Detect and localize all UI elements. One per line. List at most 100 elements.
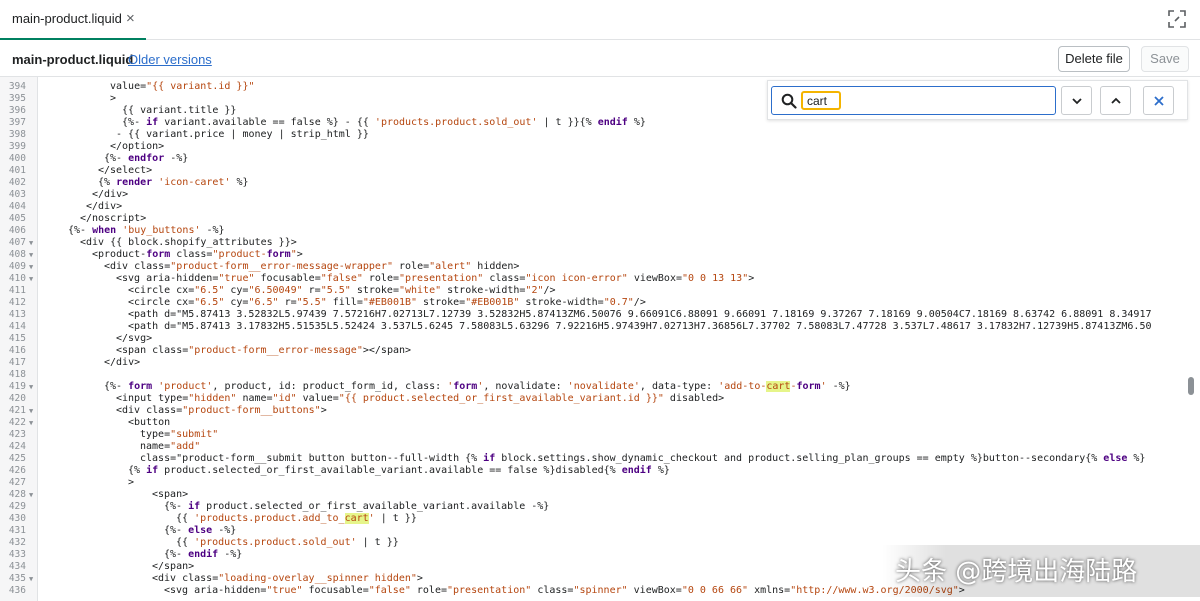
line-number: 416 bbox=[8, 345, 26, 356]
fold-arrow-icon[interactable]: ▼ bbox=[29, 261, 33, 273]
find-input[interactable]: cart bbox=[771, 86, 1056, 115]
fold-arrow-icon[interactable]: ▼ bbox=[29, 273, 33, 285]
next-match-button[interactable] bbox=[1061, 86, 1092, 115]
line-number: 405 bbox=[8, 213, 26, 224]
code-line: 401 </select> bbox=[0, 165, 1200, 177]
code-line: 418 bbox=[0, 369, 1200, 381]
code-text: <path d="M5.87413 3.17832H5.51535L5.5242… bbox=[128, 321, 1152, 332]
fold-arrow-icon[interactable]: ▼ bbox=[29, 405, 33, 417]
line-number: 395 bbox=[8, 93, 26, 104]
line-number: 417 bbox=[8, 357, 26, 368]
scrollbar[interactable] bbox=[1188, 377, 1194, 395]
code-text: <div {{ block.shopify_attributes }}> bbox=[80, 237, 297, 248]
code-line: 429 {%- if product.selected_or_first_avai… bbox=[0, 501, 1200, 513]
older-versions-link[interactable]: Older versions bbox=[128, 52, 212, 67]
code-text: > bbox=[110, 93, 117, 104]
code-line: 403 </div> bbox=[0, 189, 1200, 201]
line-number: 418 bbox=[8, 369, 26, 380]
file-header: main-product.liquid Older versions Delet… bbox=[0, 41, 1200, 77]
line-number: 398 bbox=[8, 129, 26, 140]
previous-match-button[interactable] bbox=[1100, 86, 1131, 115]
code-text: {{ 'products.product.sold_out' | t }} bbox=[176, 537, 399, 548]
code-line: 424 name="add" bbox=[0, 441, 1200, 453]
code-text: </svg> bbox=[116, 333, 153, 344]
code-line: 419 ▼ {%- form 'product', product, id: pro… bbox=[0, 381, 1200, 393]
line-number: 428 bbox=[8, 489, 26, 500]
find-bar: cart bbox=[767, 80, 1188, 120]
file-name: main-product.liquid bbox=[12, 52, 134, 67]
close-icon bbox=[1154, 96, 1164, 106]
code-line: 413 <path d="M5.87413 3.52832L5.97439 7.5… bbox=[0, 309, 1200, 321]
fold-arrow-icon[interactable]: ▼ bbox=[29, 573, 33, 585]
code-line: 421 ▼ <div class="product-form__buttons"> bbox=[0, 405, 1200, 417]
code-text: type="submit" bbox=[140, 429, 219, 440]
line-number: 420 bbox=[8, 393, 26, 404]
code-text: <span class="product-form__error-message… bbox=[116, 345, 412, 356]
code-text: <svg aria-hidden="true" focusable="false… bbox=[164, 585, 965, 596]
code-text: <path d="M5.87413 3.52832L5.97439 7.5721… bbox=[128, 309, 1152, 320]
line-number: 436 bbox=[8, 585, 26, 596]
code-text: {{ 'products.product.add_to_cart' | t }} bbox=[176, 513, 417, 524]
line-number: 427 bbox=[8, 477, 26, 488]
line-number: 424 bbox=[8, 441, 26, 452]
fold-arrow-icon[interactable]: ▼ bbox=[29, 381, 33, 393]
chevron-up-icon bbox=[1111, 97, 1121, 104]
code-text: - {{ variant.price | money | strip_html … bbox=[110, 129, 369, 140]
code-text: {% render 'icon-caret' %} bbox=[98, 177, 249, 188]
code-text: {%- endfor -%} bbox=[104, 153, 189, 164]
code-line: 414 <path d="M5.87413 3.17832H5.51535L5.5… bbox=[0, 321, 1200, 333]
code-text: <circle cx="6.5" cy="6.5" r="5.5" fill="… bbox=[128, 297, 646, 308]
code-text: <product-form class="product-form"> bbox=[92, 249, 303, 260]
code-text: class="product-form__submit button butto… bbox=[140, 453, 1146, 464]
code-line: 423 type="submit" bbox=[0, 429, 1200, 441]
expand-icon[interactable] bbox=[1168, 10, 1186, 28]
code-text: </div> bbox=[104, 357, 141, 368]
file-tab[interactable]: main-product.liquid × bbox=[0, 0, 146, 40]
code-text: > bbox=[128, 477, 135, 488]
save-button[interactable]: Save bbox=[1141, 46, 1189, 72]
code-line: 431 {%- else -%} bbox=[0, 525, 1200, 537]
code-text: </div> bbox=[86, 201, 123, 212]
close-icon[interactable]: × bbox=[126, 10, 135, 28]
code-text: {%- if variant.available == false %} - {… bbox=[110, 117, 646, 128]
line-number: 426 bbox=[8, 465, 26, 476]
code-text: </noscript> bbox=[80, 213, 147, 224]
line-number: 402 bbox=[8, 177, 26, 188]
code-text: {%- endif -%} bbox=[164, 549, 243, 560]
line-number: 409 bbox=[8, 261, 26, 272]
code-text: {%- if product.selected_or_first_availab… bbox=[164, 501, 550, 512]
code-line: 415 </svg> bbox=[0, 333, 1200, 345]
code-line: 422 ▼ <button bbox=[0, 417, 1200, 429]
fold-arrow-icon[interactable]: ▼ bbox=[29, 489, 33, 501]
code-editor[interactable]: 394 value="{{ variant.id }}" 395 >396 {{ va… bbox=[0, 77, 1200, 601]
code-text: <svg aria-hidden="true" focusable="false… bbox=[116, 273, 755, 284]
code-line: 405 </noscript> bbox=[0, 213, 1200, 225]
line-number: 421 bbox=[8, 405, 26, 416]
line-number: 415 bbox=[8, 333, 26, 344]
line-number: 435 bbox=[8, 573, 26, 584]
code-line: 426 {% if product.selected_or_first_avail… bbox=[0, 465, 1200, 477]
code-line: 430 {{ 'products.product.add_to_cart' | t… bbox=[0, 513, 1200, 525]
find-query[interactable]: cart bbox=[801, 91, 841, 110]
delete-file-button[interactable]: Delete file bbox=[1058, 46, 1130, 72]
line-number: 423 bbox=[8, 429, 26, 440]
code-line: 400 {%- endfor -%} bbox=[0, 153, 1200, 165]
fold-arrow-icon[interactable]: ▼ bbox=[29, 249, 33, 261]
fold-arrow-icon[interactable]: ▼ bbox=[29, 417, 33, 429]
code-line: 417 </div> bbox=[0, 357, 1200, 369]
code-text: </option> bbox=[110, 141, 165, 152]
line-number: 408 bbox=[8, 249, 26, 260]
fold-arrow-icon[interactable]: ▼ bbox=[29, 237, 33, 249]
code-text: {% if product.selected_or_first_availabl… bbox=[128, 465, 670, 476]
code-text: </span> bbox=[152, 561, 195, 572]
line-number: 411 bbox=[8, 285, 26, 296]
watermark: 头条 @跨境出海陆路 bbox=[895, 557, 1138, 587]
close-find-button[interactable] bbox=[1143, 86, 1174, 115]
code-text: name="add" bbox=[140, 441, 201, 452]
editor-tab-bar: main-product.liquid × bbox=[0, 0, 1200, 40]
code-text: <button bbox=[128, 417, 171, 428]
file-tab-label: main-product.liquid bbox=[12, 11, 122, 26]
code-text: <div class="product-form__buttons"> bbox=[116, 405, 327, 416]
code-text: {{ variant.title }} bbox=[110, 105, 237, 116]
code-line: 425 class="product-form__submit button bu… bbox=[0, 453, 1200, 465]
